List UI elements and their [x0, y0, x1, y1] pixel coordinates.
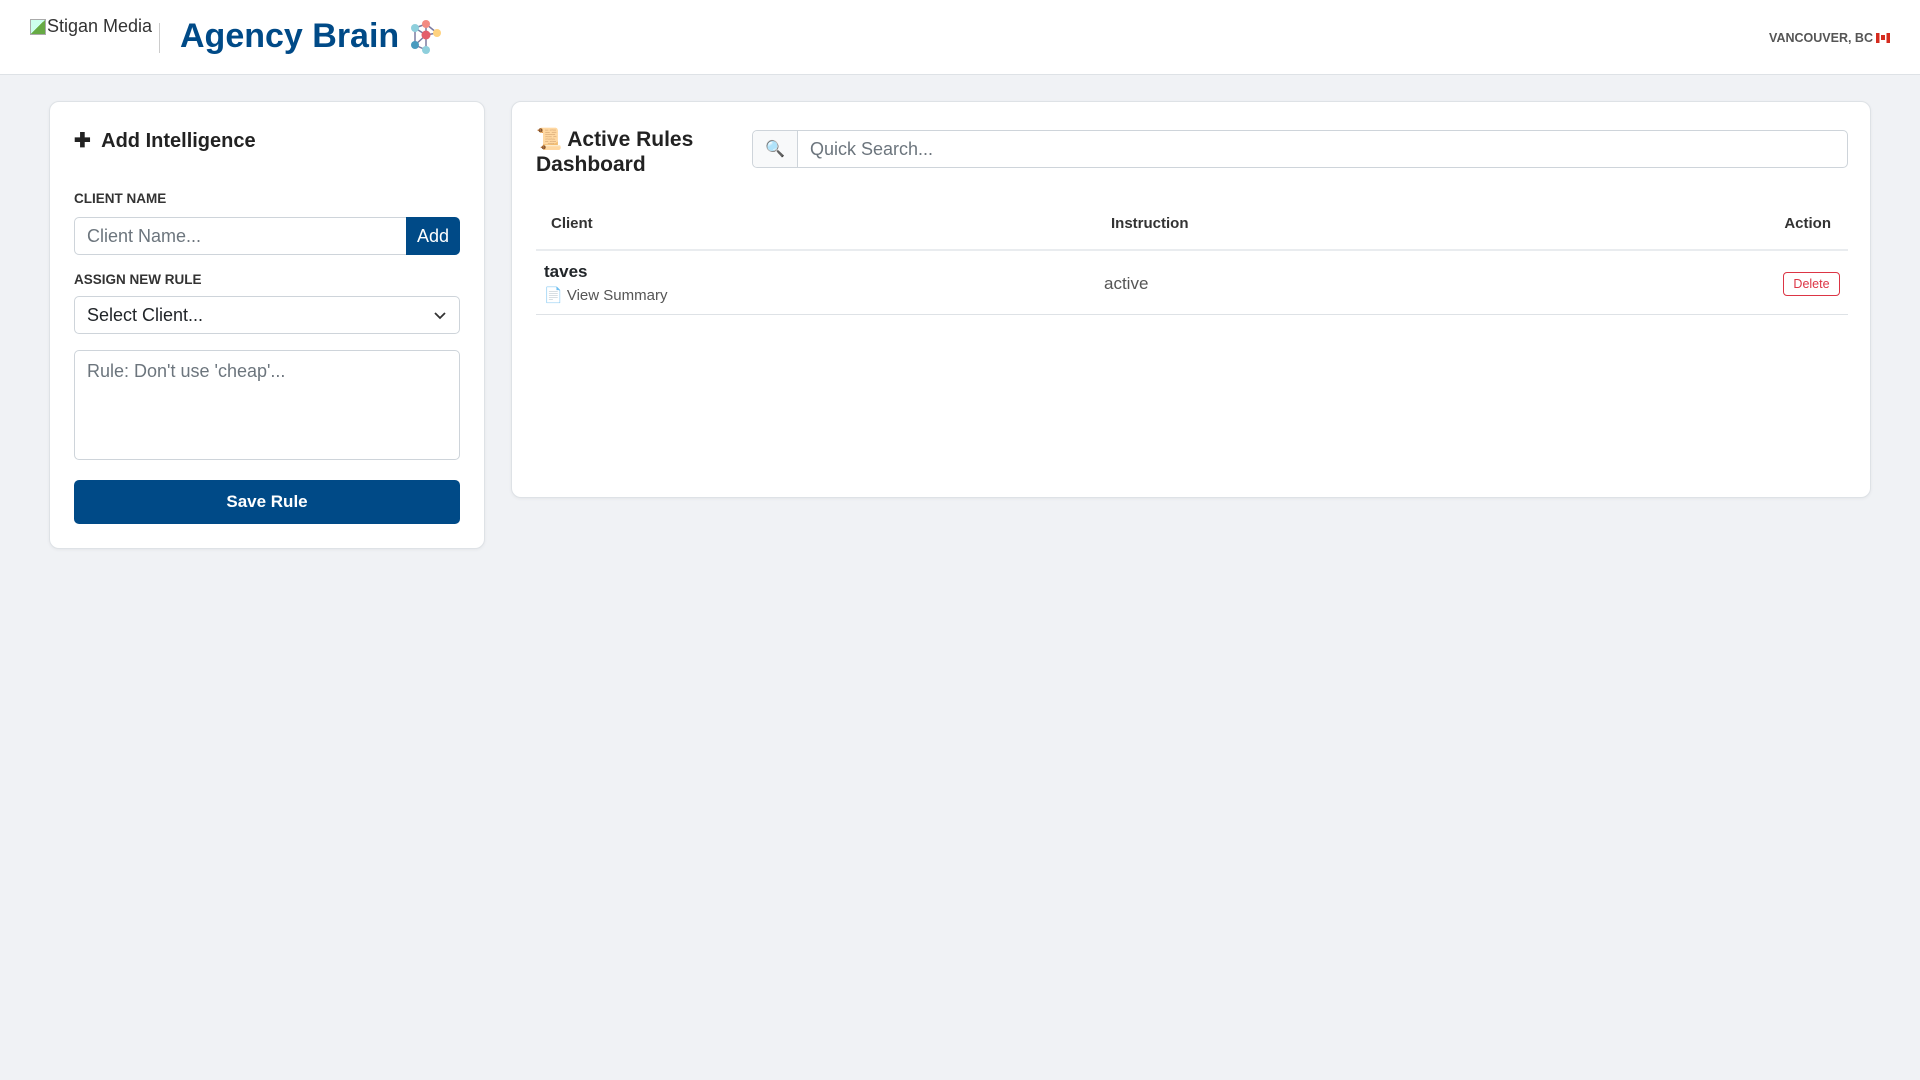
quick-search[interactable]: 🔍 Quick Search...	[752, 130, 1848, 168]
plus-icon: ✚	[74, 130, 91, 152]
column-header-instruction: Instruction	[1111, 215, 1189, 232]
search-input[interactable]: Quick Search...	[798, 131, 1847, 167]
add-intelligence-card: ✚ Add Intelligence CLIENT NAME Client Na…	[49, 101, 485, 549]
scroll-icon: 📜	[536, 128, 563, 151]
active-rules-card: 📜 Active Rules Dashboard 🔍 Quick Search.…	[511, 101, 1871, 498]
save-rule-button[interactable]: Save Rule	[74, 480, 460, 524]
column-header-action: Action	[1784, 215, 1831, 232]
document-icon: 📄	[544, 287, 563, 304]
delete-button[interactable]: Delete	[1783, 272, 1840, 296]
assign-rule-label: ASSIGN NEW RULE	[74, 272, 202, 287]
chevron-down-icon	[434, 312, 446, 320]
network-brain-icon	[411, 20, 441, 54]
client-name: taves	[544, 262, 588, 281]
location-label: VANCOUVER, BC	[1769, 31, 1890, 45]
column-header-client: Client	[551, 215, 593, 232]
header-divider	[536, 249, 1848, 251]
app-title: Agency Brain	[180, 17, 400, 55]
add-intelligence-title: ✚ Add Intelligence	[74, 130, 256, 152]
broken-image-icon	[30, 18, 46, 35]
header-divider	[159, 23, 160, 53]
add-client-button[interactable]: Add	[406, 217, 460, 255]
rule-textarea[interactable]: Rule: Don't use 'cheap'...	[74, 350, 460, 460]
instruction-text: active	[1104, 274, 1149, 293]
search-icon: 🔍	[753, 131, 798, 167]
canada-flag-icon	[1876, 33, 1890, 43]
logo-alt-text: Stigan Media	[47, 16, 153, 36]
dashboard-title: 📜 Active Rules Dashboard	[536, 128, 694, 176]
client-name-input[interactable]: Client Name...	[74, 217, 407, 255]
top-header: Stigan Media Agency Brain VANCOUVER, BC	[0, 0, 1920, 75]
client-name-label: CLIENT NAME	[74, 191, 167, 206]
view-summary-link[interactable]: 📄 View Summary	[544, 286, 667, 304]
company-logo[interactable]: Stigan Media	[30, 16, 152, 37]
client-select[interactable]: Select Client...	[74, 296, 460, 334]
row-divider	[536, 314, 1848, 315]
